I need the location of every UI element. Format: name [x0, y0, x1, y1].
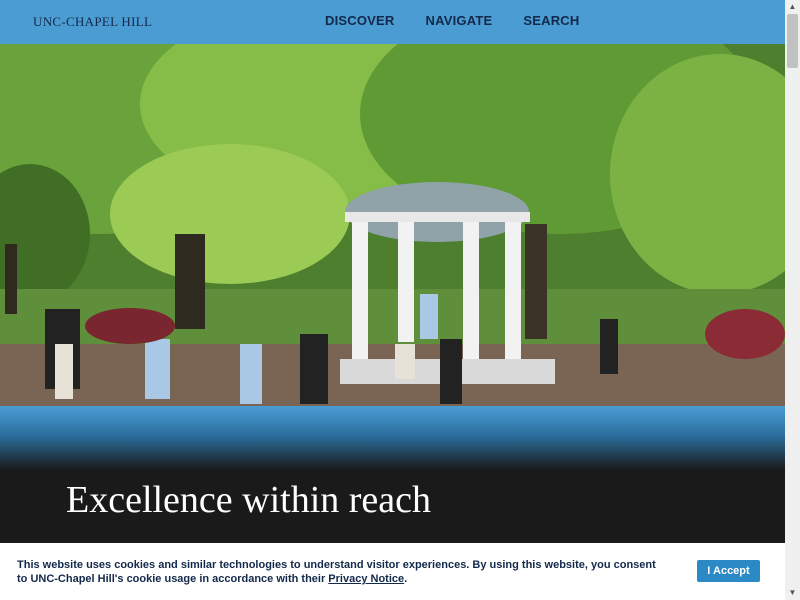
scroll-down-icon[interactable]: ▼ — [785, 586, 800, 600]
site-logo[interactable]: UNC-CHAPEL HILL — [33, 14, 152, 30]
scroll-thumb[interactable] — [787, 14, 798, 68]
main-nav: DISCOVER NAVIGATE SEARCH — [325, 13, 579, 28]
accept-cookies-button[interactable]: I Accept — [697, 560, 760, 582]
cookie-message: This website uses cookies and similar te… — [17, 558, 667, 586]
old-well-photo — [0, 44, 785, 406]
page-scrollbar[interactable]: ▲ ▼ — [785, 0, 800, 600]
nav-discover[interactable]: DISCOVER — [325, 13, 395, 28]
hero-headline: Excellence within reach — [66, 479, 432, 521]
nav-navigate[interactable]: NAVIGATE — [426, 13, 493, 28]
nav-search[interactable]: SEARCH — [523, 13, 579, 28]
site-header: UNC-CHAPEL HILL DISCOVER NAVIGATE SEARCH — [0, 0, 785, 44]
cookie-banner: This website uses cookies and similar te… — [0, 543, 785, 600]
cookie-text-end: . — [404, 573, 408, 585]
hero-band — [0, 406, 785, 470]
scroll-up-icon[interactable]: ▲ — [785, 0, 800, 14]
hero-image — [0, 44, 785, 406]
privacy-notice-link[interactable]: Privacy Notice — [328, 573, 404, 585]
